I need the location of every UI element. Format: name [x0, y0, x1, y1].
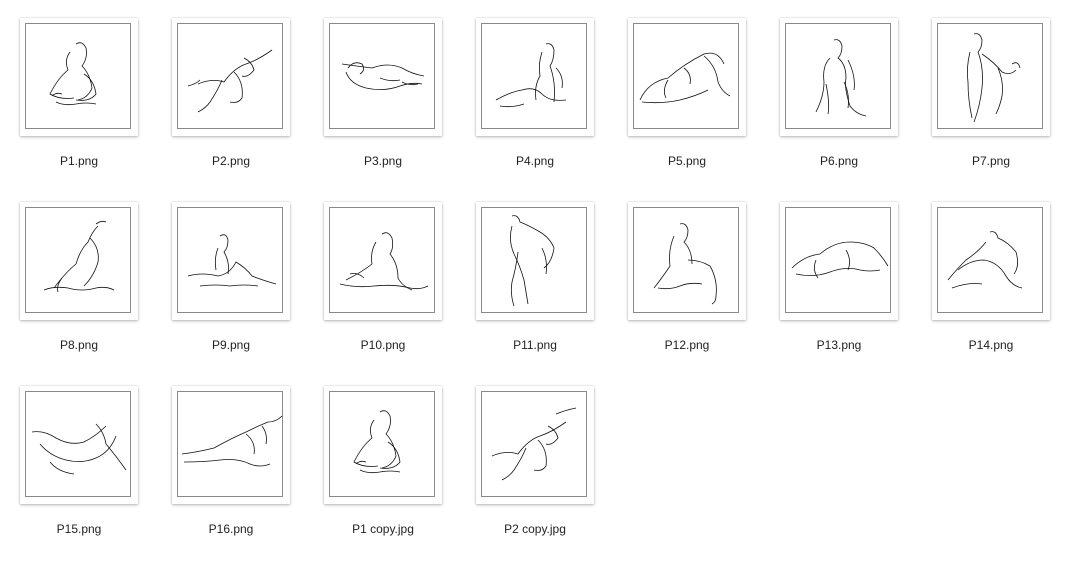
image-thumbnail[interactable]: [172, 202, 290, 320]
file-item[interactable]: P3.png: [304, 0, 456, 170]
file-name: P4.png: [515, 154, 555, 168]
image-thumbnail[interactable]: [324, 386, 442, 504]
file-item[interactable]: P1 copy.jpg: [304, 368, 456, 538]
line-drawing: [937, 207, 1043, 313]
line-drawing: [177, 23, 283, 129]
file-name: P5.png: [667, 154, 707, 168]
file-item[interactable]: P2.png: [152, 0, 304, 170]
line-drawing: [329, 391, 435, 497]
file-item[interactable]: P8.png: [0, 184, 152, 354]
line-drawing: [177, 207, 283, 313]
file-name: P12.png: [664, 338, 710, 352]
file-item[interactable]: P9.png: [152, 184, 304, 354]
line-drawing: [481, 391, 587, 497]
image-thumbnail[interactable]: [172, 18, 290, 136]
file-item[interactable]: P16.png: [152, 368, 304, 538]
line-drawing: [785, 207, 891, 313]
file-item[interactable]: P5.png: [608, 0, 760, 170]
file-name: P10.png: [360, 338, 406, 352]
image-thumbnail[interactable]: [628, 18, 746, 136]
file-item[interactable]: P14.png: [912, 184, 1064, 354]
line-drawing: [329, 23, 435, 129]
image-thumbnail[interactable]: [20, 18, 138, 136]
image-thumbnail[interactable]: [20, 386, 138, 504]
file-item[interactable]: P10.png: [304, 184, 456, 354]
file-name: P13.png: [816, 338, 862, 352]
image-thumbnail[interactable]: [324, 202, 442, 320]
file-item[interactable]: P15.png: [0, 368, 152, 538]
line-drawing: [481, 23, 587, 129]
file-name: P14.png: [968, 338, 1014, 352]
file-name: P1 copy.jpg: [352, 522, 414, 536]
file-name: P9.png: [211, 338, 251, 352]
image-thumbnail[interactable]: [932, 18, 1050, 136]
image-thumbnail[interactable]: [324, 18, 442, 136]
line-drawing: [481, 207, 587, 313]
file-name: P15.png: [56, 522, 102, 536]
file-name: P11.png: [513, 338, 557, 352]
file-item[interactable]: P4.png: [456, 0, 608, 170]
file-name: P7.png: [971, 154, 1011, 168]
line-drawing: [177, 391, 283, 497]
file-name: P6.png: [819, 154, 859, 168]
file-name: P2 copy.jpg: [504, 522, 566, 536]
file-name: P3.png: [363, 154, 403, 168]
file-item[interactable]: P7.png: [912, 0, 1064, 170]
line-drawing: [633, 207, 739, 313]
line-drawing: [937, 23, 1043, 129]
line-drawing: [25, 391, 131, 497]
file-name: P8.png: [59, 338, 99, 352]
file-item[interactable]: P2 copy.jpg: [456, 368, 608, 538]
file-item[interactable]: P6.png: [760, 0, 912, 170]
file-item[interactable]: P11.png: [456, 184, 608, 354]
line-drawing: [25, 23, 131, 129]
file-icon-grid: P1.png P2.png P3.png P4.png P5.png P6.pn…: [0, 0, 1082, 564]
image-thumbnail[interactable]: [780, 202, 898, 320]
file-item[interactable]: P12.png: [608, 184, 760, 354]
image-thumbnail[interactable]: [628, 202, 746, 320]
line-drawing: [633, 23, 739, 129]
file-name: P16.png: [208, 522, 254, 536]
image-thumbnail[interactable]: [476, 18, 594, 136]
image-thumbnail[interactable]: [20, 202, 138, 320]
image-thumbnail[interactable]: [476, 202, 594, 320]
line-drawing: [785, 23, 891, 129]
image-thumbnail[interactable]: [476, 386, 594, 504]
line-drawing: [25, 207, 131, 313]
image-thumbnail[interactable]: [932, 202, 1050, 320]
line-drawing: [329, 207, 435, 313]
image-thumbnail[interactable]: [780, 18, 898, 136]
file-item[interactable]: P13.png: [760, 184, 912, 354]
file-name: P2.png: [211, 154, 251, 168]
image-thumbnail[interactable]: [172, 386, 290, 504]
file-name: P1.png: [59, 154, 99, 168]
file-item[interactable]: P1.png: [0, 0, 152, 170]
